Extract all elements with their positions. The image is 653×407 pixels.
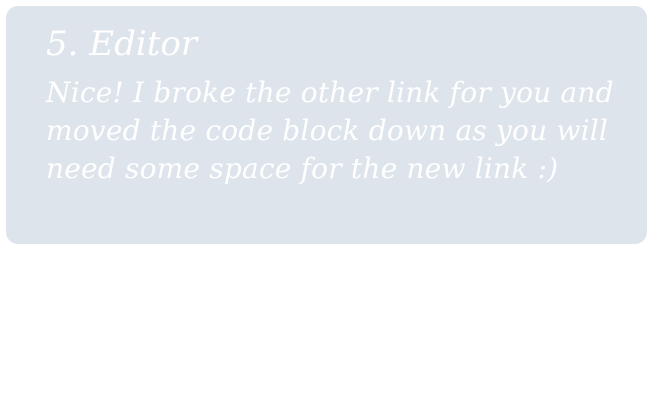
tip-body: Nice! I broke the other link for you and… — [46, 76, 614, 185]
tutorial-tip-card: 5. Editor Nice! I broke the other link f… — [6, 6, 647, 244]
tip-title: 5. Editor — [46, 24, 198, 64]
tutorial-stage: 5. Editor Nice! I broke the other link f… — [0, 0, 653, 407]
